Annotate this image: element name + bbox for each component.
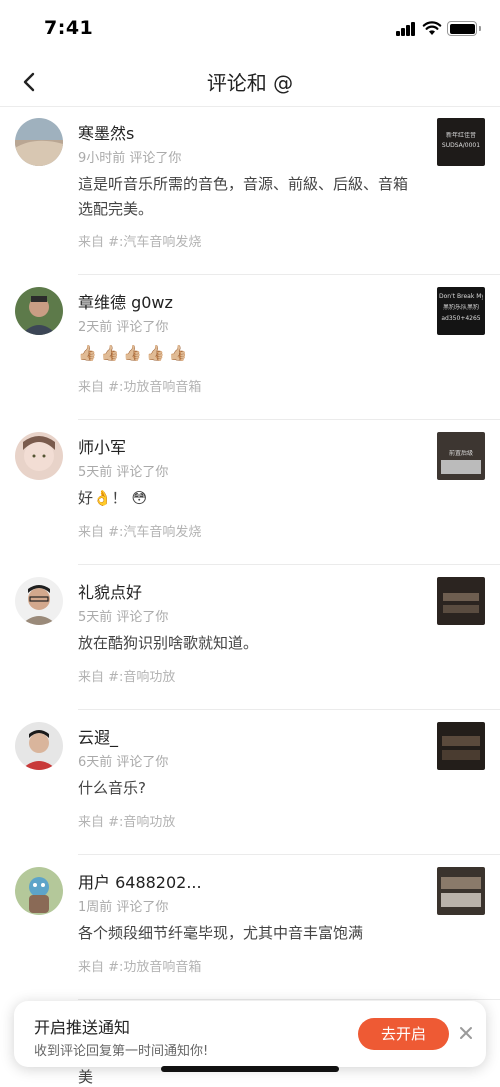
commenter-name[interactable]: 云遐_ — [78, 724, 118, 748]
comment-item[interactable]: 章维德 g0wz 2天前 评论了你 👍🏼 👍🏼 👍🏼 👍🏼 👍🏼 来自 #:功放… — [0, 275, 500, 420]
commenter-name[interactable]: 章维德 g0wz — [78, 289, 173, 313]
comment-meta: 6天前 评论了你 — [78, 755, 169, 770]
banner-title: 开启推送通知 — [34, 1018, 131, 1037]
avatar[interactable] — [15, 432, 63, 480]
comment-meta: 1周前 评论了你 — [78, 900, 169, 915]
post-thumbnail[interactable] — [437, 577, 485, 625]
thumbs-up-emoji: 👍🏼 — [146, 344, 165, 362]
comment-source[interactable]: 来自 #:音响功放 — [78, 811, 175, 830]
avatar[interactable] — [15, 722, 63, 770]
cellular-signal-icon — [396, 22, 416, 36]
comment-text: 放在酷狗识别啥歌就知道。 — [78, 634, 259, 652]
push-notification-banner: 开启推送通知 收到评论回复第一时间通知你! 去开启 — [14, 1001, 486, 1067]
thumbnail-caption: 黑豹乐队黑豹 — [442, 304, 479, 311]
comment-text: 好👌！ 😳 — [78, 489, 148, 507]
comment-source[interactable]: 来自 #:汽车音响发烧 — [78, 521, 201, 540]
home-indicator — [161, 1066, 339, 1072]
thumbnail-caption: 前置后级 — [448, 450, 473, 457]
comment-item[interactable]: 用户 6488202... 1周前 评论了你 各个频段细节纤毫毕现，尤其中音丰富… — [0, 855, 500, 1000]
status-bar: 7:41 — [0, 0, 500, 58]
thumbs-up-emoji: 👍🏼 — [100, 344, 120, 362]
thumbnail-caption: Don't Break My Heart — [439, 293, 483, 300]
thumbnail-caption: 新年红佳音 — [445, 132, 476, 139]
post-thumbnail[interactable]: 前置后级 — [437, 432, 485, 480]
commenter-name[interactable]: 礼貌点好 — [78, 579, 142, 603]
post-thumbnail[interactable] — [437, 867, 485, 915]
partial-comment-text: 美 — [78, 1068, 94, 1086]
post-thumbnail[interactable]: Don't Break My Heart 黑豹乐队黑豹 ad350+4265 — [437, 287, 485, 335]
comment-source[interactable]: 来自 #:功放音响音箱 — [78, 956, 201, 975]
nav-bar: 评论和 @ — [0, 58, 500, 107]
comment-item[interactable]: 云遐_ 6天前 评论了你 什么音乐? 来自 #:音响功放 — [0, 710, 500, 855]
thumbs-up-emoji: 👍🏼 — [168, 344, 188, 362]
comment-meta: 5天前 评论了你 — [78, 465, 169, 480]
comment-text: 👍🏼 👍🏼 👍🏼 👍🏼 👍🏼 — [78, 341, 418, 366]
comment-text: 各个频段细节纤毫毕现，尤其中音丰富饱满 — [78, 924, 364, 942]
avatar[interactable] — [15, 118, 63, 166]
post-thumbnail[interactable] — [437, 722, 485, 770]
enable-notifications-button[interactable]: 去开启 — [358, 1018, 449, 1050]
comment-meta: 9小时前 评论了你 — [78, 151, 182, 166]
comment-source[interactable]: 来自 #:音响功放 — [78, 666, 175, 685]
comment-item[interactable]: 寒墨然s 9小时前 评论了你 這是听音乐所需的音色，音源、前級、后級、音箱选配完… — [0, 106, 500, 275]
comment-text: 這是听音乐所需的音色，音源、前級、后級、音箱选配完美。 — [78, 175, 409, 218]
thumbnail-caption: SUDSA/0001 — [441, 142, 481, 149]
avatar[interactable] — [15, 577, 63, 625]
comment-list: 寒墨然s 9小时前 评论了你 這是听音乐所需的音色，音源、前級、后級、音箱选配完… — [0, 106, 500, 1000]
comment-item[interactable]: 礼貌点好 5天前 评论了你 放在酷狗识别啥歌就知道。 来自 #:音响功放 — [0, 565, 500, 710]
commenter-name[interactable]: 师小军 — [78, 434, 126, 458]
commenter-name[interactable]: 用户 6488202... — [78, 869, 202, 893]
avatar[interactable] — [15, 287, 63, 335]
thumbs-up-emoji: 👍🏼 — [78, 344, 97, 362]
page-title: 评论和 @ — [206, 71, 294, 95]
battery-icon — [447, 21, 481, 36]
thumbnail-caption: ad350+4265 — [441, 315, 481, 322]
wifi-icon — [422, 21, 442, 35]
status-time: 7:41 — [44, 17, 94, 39]
comment-meta: 5天前 评论了你 — [78, 610, 169, 625]
avatar[interactable] — [15, 867, 63, 915]
close-icon[interactable] — [458, 1023, 474, 1043]
comment-text: 什么音乐? — [78, 779, 146, 797]
comment-item[interactable]: 师小军 5天前 评论了你 好👌！ 😳 来自 #:汽车音响发烧 前置后级 — [0, 420, 500, 565]
comment-source[interactable]: 来自 #:功放音响音箱 — [78, 376, 201, 395]
thumbs-up-emoji: 👍🏼 — [123, 344, 143, 362]
banner-subtitle: 收到评论回复第一时间通知你! — [34, 1044, 209, 1059]
commenter-name[interactable]: 寒墨然s — [78, 120, 134, 144]
post-thumbnail[interactable]: 新年红佳音 SUDSA/0001 — [437, 118, 485, 166]
comment-source[interactable]: 来自 #:汽车音响发烧 — [78, 231, 201, 250]
comment-meta: 2天前 评论了你 — [78, 320, 169, 335]
